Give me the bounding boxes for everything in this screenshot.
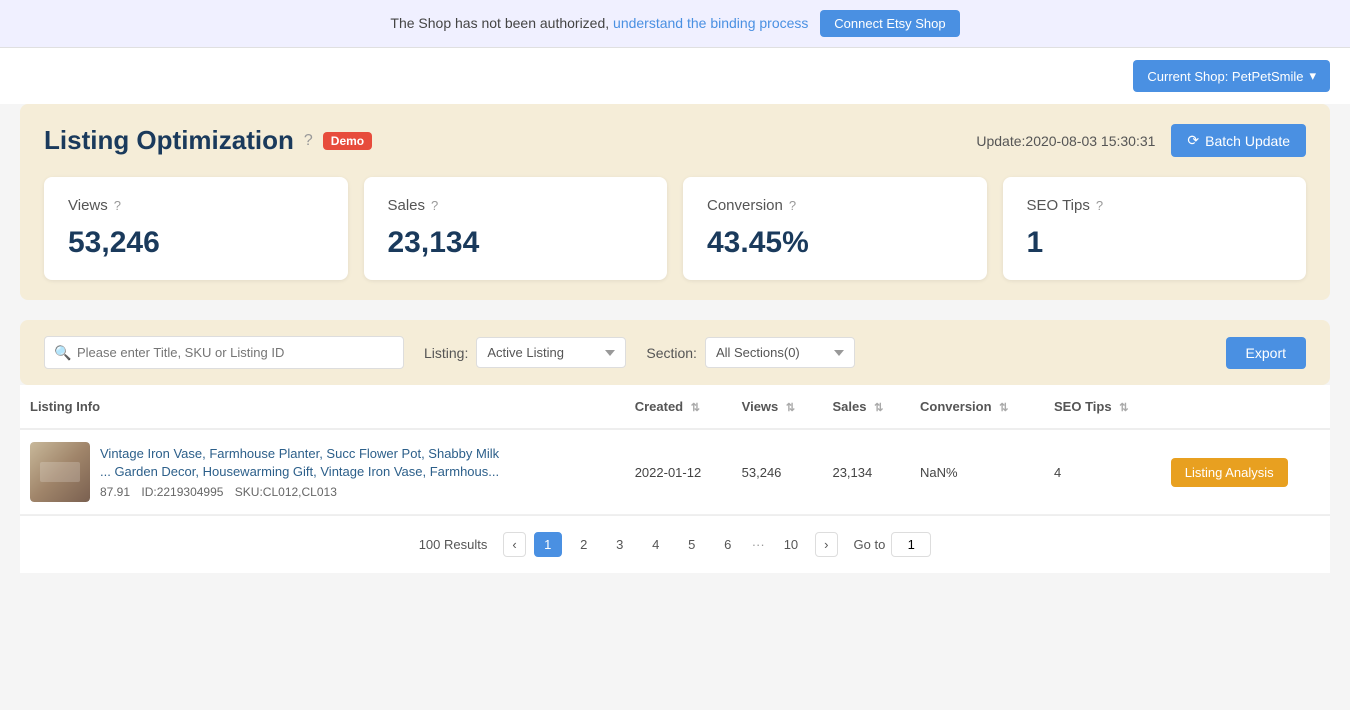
sales-sort-icon: ⇅	[874, 402, 883, 414]
shop-selector-button[interactable]: Current Shop: PetPetSmile ▾	[1133, 60, 1330, 92]
panel-header: Listing Optimization ? Demo Update:2020-…	[44, 124, 1306, 157]
views-sort-icon: ⇅	[786, 402, 795, 414]
stat-card-seo-tips: SEO Tips ? 1	[1003, 177, 1307, 280]
main-content: Listing Optimization ? Demo Update:2020-…	[0, 104, 1350, 593]
top-right-area: Current Shop: PetPetSmile ▾	[0, 48, 1350, 104]
page-button-6[interactable]: 6	[714, 532, 742, 557]
chevron-down-icon: ▾	[1309, 68, 1316, 84]
seo-help-icon[interactable]: ?	[1096, 198, 1103, 213]
stat-value-seo-tips: 1	[1027, 226, 1283, 260]
col-header-action	[1161, 385, 1330, 429]
refresh-icon: ⟳	[1187, 132, 1199, 149]
seo-tips-sort-icon: ⇅	[1119, 402, 1128, 414]
listing-meta: 87.91 ID:2219304995 SKU:CL012,CL013	[100, 485, 499, 499]
created-sort-icon: ⇅	[691, 402, 700, 414]
panel-title-area: Listing Optimization ? Demo	[44, 125, 372, 156]
stat-label-sales: Sales ?	[388, 197, 644, 214]
goto-wrap: Go to	[854, 532, 932, 557]
cell-views: 53,246	[732, 429, 823, 515]
product-thumbnail	[30, 442, 90, 502]
stat-value-sales: 23,134	[388, 226, 644, 260]
section-select[interactable]: All Sections(0)	[705, 337, 855, 368]
page-button-last[interactable]: 10	[775, 532, 807, 557]
listings-table-wrapper: Listing Info Created ⇅ Views ⇅ Sales ⇅	[20, 385, 1330, 573]
section-filter-group: Section: All Sections(0)	[646, 337, 855, 368]
views-help-icon[interactable]: ?	[114, 198, 121, 213]
page-button-5[interactable]: 5	[678, 532, 706, 557]
prev-page-button[interactable]: ‹	[503, 532, 525, 557]
help-icon[interactable]: ?	[304, 132, 313, 150]
stat-card-views: Views ? 53,246	[44, 177, 348, 280]
conversion-help-icon[interactable]: ?	[789, 198, 796, 213]
cell-created: 2022-01-12	[625, 429, 732, 515]
search-wrap: 🔍	[44, 336, 404, 369]
stat-label-seo-tips: SEO Tips ?	[1027, 197, 1283, 214]
export-button[interactable]: Export	[1226, 337, 1306, 369]
stat-label-views: Views ?	[68, 197, 324, 214]
listing-sku: SKU:CL012,CL013	[235, 485, 337, 499]
results-count: 100 Results	[419, 537, 488, 552]
goto-label: Go to	[854, 537, 886, 552]
search-icon: 🔍	[54, 344, 71, 361]
listing-optimization-panel: Listing Optimization ? Demo Update:2020-…	[20, 104, 1330, 300]
col-header-views[interactable]: Views ⇅	[732, 385, 823, 429]
listing-title: Vintage Iron Vase, Farmhouse Planter, Su…	[100, 445, 499, 481]
page-title: Listing Optimization	[44, 125, 294, 156]
stat-value-conversion: 43.45%	[707, 226, 963, 260]
table-header-row: Listing Info Created ⇅ Views ⇅ Sales ⇅	[20, 385, 1330, 429]
listing-filter-group: Listing: Active Listing Inactive Listing…	[424, 337, 626, 368]
binding-process-link[interactable]: understand the binding process	[613, 15, 808, 31]
shop-selector-label: Current Shop: PetPetSmile	[1147, 69, 1303, 84]
cell-listing-info: Vintage Iron Vase, Farmhouse Planter, Su…	[20, 429, 625, 515]
listing-text: Vintage Iron Vase, Farmhouse Planter, Su…	[100, 445, 499, 499]
page-button-1[interactable]: 1	[534, 532, 562, 557]
goto-input[interactable]	[891, 532, 931, 557]
listing-filter-label: Listing:	[424, 345, 468, 361]
sales-help-icon[interactable]: ?	[431, 198, 438, 213]
connect-etsy-button[interactable]: Connect Etsy Shop	[820, 10, 959, 37]
page-dots: ···	[750, 537, 767, 552]
stat-card-conversion: Conversion ? 43.45%	[683, 177, 987, 280]
stat-value-views: 53,246	[68, 226, 324, 260]
page-button-3[interactable]: 3	[606, 532, 634, 557]
pagination-row: 100 Results ‹ 1 2 3 4 5 6 ··· 10 › Go to	[20, 515, 1330, 573]
demo-badge: Demo	[323, 132, 372, 150]
update-timestamp: Update:2020-08-03 15:30:31	[976, 133, 1155, 149]
page-button-2[interactable]: 2	[570, 532, 598, 557]
cell-conversion: NaN%	[910, 429, 1044, 515]
page-button-4[interactable]: 4	[642, 532, 670, 557]
col-header-listing-info: Listing Info	[20, 385, 625, 429]
col-header-conversion[interactable]: Conversion ⇅	[910, 385, 1044, 429]
listing-analysis-button[interactable]: Listing Analysis	[1171, 458, 1288, 487]
stat-label-conversion: Conversion ?	[707, 197, 963, 214]
stat-card-sales: Sales ? 23,134	[364, 177, 668, 280]
batch-update-button[interactable]: ⟳ Batch Update	[1171, 124, 1306, 157]
col-header-sales[interactable]: Sales ⇅	[822, 385, 910, 429]
next-page-button[interactable]: ›	[815, 532, 837, 557]
listing-score: 87.91	[100, 485, 130, 499]
col-header-seo-tips[interactable]: SEO Tips ⇅	[1044, 385, 1161, 429]
conversion-sort-icon: ⇅	[999, 402, 1008, 414]
panel-header-right: Update:2020-08-03 15:30:31 ⟳ Batch Updat…	[976, 124, 1306, 157]
col-header-created[interactable]: Created ⇅	[625, 385, 732, 429]
section-filter-label: Section:	[646, 345, 697, 361]
listing-select[interactable]: Active Listing Inactive Listing All List…	[476, 337, 626, 368]
stats-row: Views ? 53,246 Sales ? 23,134 Conversion…	[44, 177, 1306, 280]
banner-message: The Shop has not been authorized,	[390, 15, 609, 31]
filter-panel: 🔍 Listing: Active Listing Inactive Listi…	[20, 320, 1330, 385]
cell-seo-tips: 4	[1044, 429, 1161, 515]
cell-sales: 23,134	[822, 429, 910, 515]
cell-action: Listing Analysis	[1161, 429, 1330, 515]
top-banner: The Shop has not been authorized, unders…	[0, 0, 1350, 48]
search-input[interactable]	[44, 336, 404, 369]
table-row: Vintage Iron Vase, Farmhouse Planter, Su…	[20, 429, 1330, 515]
listing-id: ID:2219304995	[141, 485, 223, 499]
listings-table: Listing Info Created ⇅ Views ⇅ Sales ⇅	[20, 385, 1330, 515]
